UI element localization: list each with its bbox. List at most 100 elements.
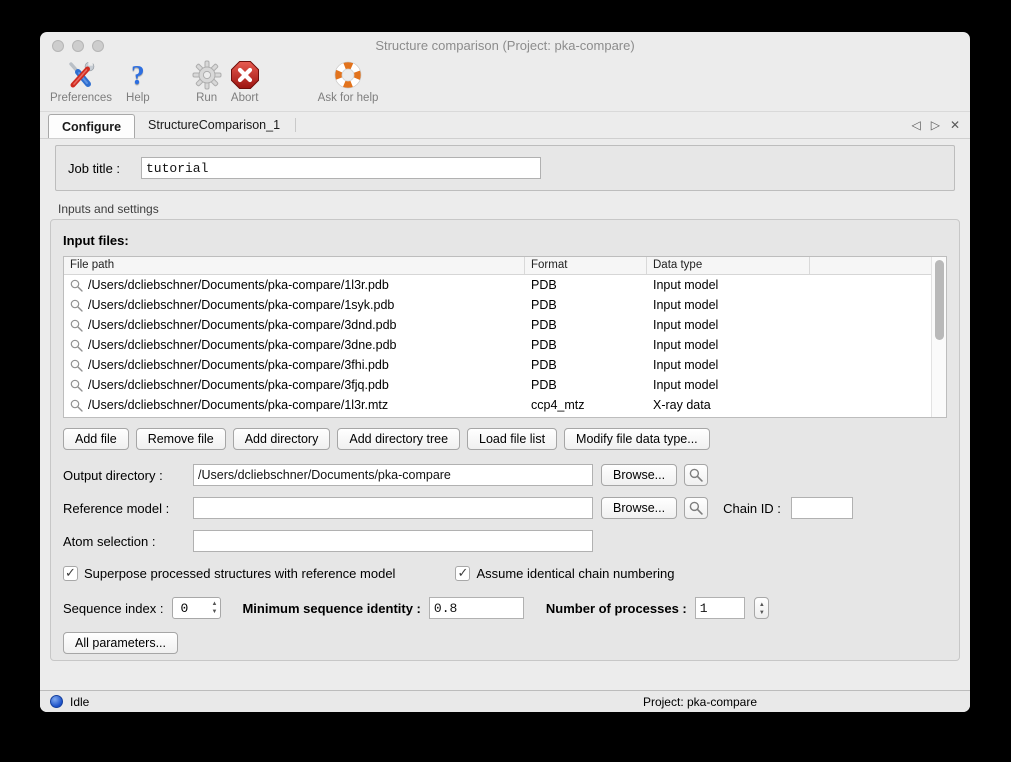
ask-for-help-button[interactable]: Ask for help [318,59,379,109]
table-row[interactable]: /Users/dcliebschner/Documents/pka-compar… [64,355,931,375]
inputs-settings-label: Inputs and settings [58,202,960,216]
search-icon [70,399,83,412]
minimize-window-button[interactable] [72,40,84,52]
stop-icon [230,59,260,91]
modify-file-data-type-button[interactable]: Modify file data type... [564,428,710,450]
question-icon: ? [131,59,145,91]
num-processes-label: Number of processes : [546,601,687,616]
search-icon [689,468,703,482]
column-file-path[interactable]: File path [64,257,525,274]
superpose-checkbox-label: Superpose processed structures with refe… [84,566,395,581]
search-icon [70,359,83,372]
stepper-arrows-icon[interactable]: ▲▼ [212,600,218,616]
next-tab-icon[interactable]: ▷ [931,118,940,132]
file-path-cell: /Users/dcliebschner/Documents/pka-compar… [88,278,389,292]
output-directory-input[interactable] [193,464,593,486]
run-button[interactable]: Run [192,59,222,109]
add-directory-button[interactable]: Add directory [233,428,331,450]
file-path-cell: /Users/dcliebschner/Documents/pka-compar… [88,398,388,412]
search-icon [70,379,83,392]
table-row[interactable]: /Users/dcliebschner/Documents/pka-compar… [64,395,931,415]
file-path-cell: /Users/dcliebschner/Documents/pka-compar… [88,378,389,392]
column-data-type[interactable]: Data type [647,257,810,274]
add-file-button[interactable]: Add file [63,428,129,450]
close-tab-icon[interactable]: ✕ [950,118,960,132]
close-window-button[interactable] [52,40,64,52]
data-type-cell: Input model [647,338,810,352]
tools-icon [64,59,98,91]
tab-structurecomparison-1-label: StructureComparison_1 [148,118,280,132]
status-text: Idle [70,695,89,709]
abort-label: Abort [231,92,259,104]
atom-selection-label: Atom selection : [63,534,193,549]
atom-selection-input[interactable] [193,530,593,552]
table-body: /Users/dcliebschner/Documents/pka-compar… [64,275,931,417]
superpose-checkbox[interactable]: ✓ [63,566,78,581]
table-row[interactable]: /Users/dcliebschner/Documents/pka-compar… [64,375,931,395]
file-path-cell: /Users/dcliebschner/Documents/pka-compar… [88,358,389,372]
job-title-panel: Job title : [55,145,955,191]
tab-structurecomparison-1[interactable]: StructureComparison_1 [135,112,293,138]
abort-button[interactable]: Abort [230,59,260,109]
min-seq-identity-label: Minimum sequence identity : [242,601,420,616]
run-label: Run [196,92,217,104]
table-row[interactable]: /Users/dcliebschner/Documents/pka-compar… [64,315,931,335]
table-row[interactable]: /Users/dcliebschner/Documents/pka-compar… [64,295,931,315]
chain-numbering-checkbox-label: Assume identical chain numbering [476,566,674,581]
search-icon [70,299,83,312]
reference-model-browse-button[interactable]: Browse... [601,497,677,519]
ask-for-help-label: Ask for help [318,92,379,104]
tab-bar: Configure StructureComparison_1 ◁ ▷ ✕ [40,111,970,139]
all-parameters-button[interactable]: All parameters... [63,632,178,654]
file-path-cell: /Users/dcliebschner/Documents/pka-compar… [88,318,397,332]
table-row[interactable]: /Users/dcliebschner/Documents/pka-compar… [64,335,931,355]
column-empty[interactable] [810,257,946,274]
add-directory-tree-button[interactable]: Add directory tree [337,428,460,450]
prev-tab-icon[interactable]: ◁ [911,118,920,132]
input-files-table[interactable]: File path Format Data type /Users/dclieb… [63,256,947,418]
zoom-window-button[interactable] [92,40,104,52]
chain-id-input[interactable] [791,497,853,519]
help-button[interactable]: ? Help [126,59,150,109]
num-processes-input[interactable] [695,597,745,619]
chain-numbering-checkbox[interactable]: ✓ [455,566,470,581]
num-processes-stepper[interactable]: ▲▼ [754,597,769,619]
min-seq-identity-input[interactable] [429,597,524,619]
table-row[interactable]: /Users/dcliebschner/Documents/pka-compar… [64,275,931,295]
search-icon [70,279,83,292]
column-format[interactable]: Format [525,257,647,274]
data-type-cell: Input model [647,358,810,372]
output-directory-search-button[interactable] [684,464,708,486]
table-header[interactable]: File path Format Data type [64,257,946,275]
check-icon: ✓ [65,566,76,579]
output-directory-browse-button[interactable]: Browse... [601,464,677,486]
preferences-button[interactable]: Preferences [50,59,112,109]
input-files-label: Input files: [63,233,947,248]
sequence-index-stepper[interactable]: 0 ▲▼ [172,597,221,619]
help-label: Help [126,92,150,104]
data-type-cell: Input model [647,298,810,312]
chain-id-label: Chain ID : [723,501,781,516]
preferences-label: Preferences [50,92,112,104]
file-path-cell: /Users/dcliebschner/Documents/pka-compar… [88,338,397,352]
data-type-cell: Input model [647,318,810,332]
remove-file-button[interactable]: Remove file [136,428,226,450]
job-title-input[interactable] [141,157,541,179]
app-window: Structure comparison (Project: pka-compa… [40,32,970,712]
scrollbar-thumb[interactable] [935,260,944,340]
tab-configure[interactable]: Configure [48,114,135,138]
title-bar[interactable]: Structure comparison (Project: pka-compa… [40,32,970,59]
sequence-index-label: Sequence index : [63,601,163,616]
status-bar: Idle Project: pka-compare [40,690,970,712]
check-icon: ✓ [457,566,468,579]
stepper-arrows-icon[interactable]: ▲▼ [759,601,765,617]
load-file-list-button[interactable]: Load file list [467,428,557,450]
reference-model-input[interactable] [193,497,593,519]
gear-icon [192,59,222,91]
reference-model-search-button[interactable] [684,497,708,519]
table-scrollbar[interactable] [931,257,946,417]
file-path-cell: /Users/dcliebschner/Documents/pka-compar… [88,298,394,312]
tab-divider [295,118,296,132]
lifebuoy-icon [333,59,363,91]
format-cell: PDB [525,278,647,292]
